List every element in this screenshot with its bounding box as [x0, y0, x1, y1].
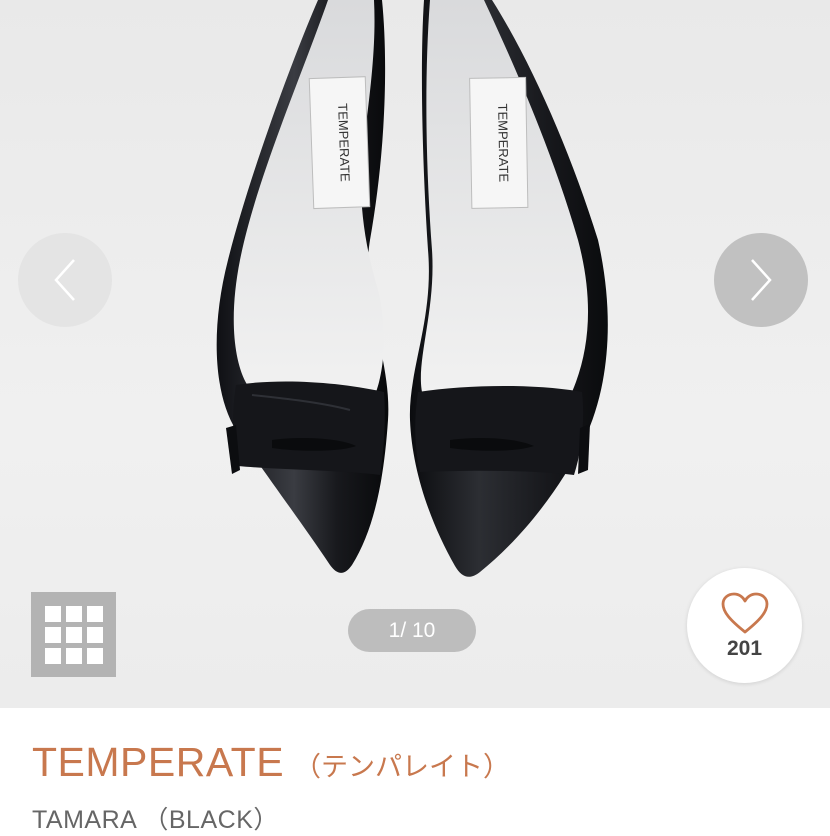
like-count: 201: [726, 636, 763, 660]
chevron-right-icon: [751, 259, 772, 301]
grid-view-button[interactable]: [31, 592, 116, 677]
heart-icon: [721, 592, 768, 633]
image-counter: 1/ 10: [348, 609, 476, 652]
grid-icon: [44, 605, 103, 664]
brand-kana: （テンパレイト）: [294, 752, 511, 782]
chevron-left-icon: [54, 259, 75, 301]
product-name: TAMARA （BLACK）: [32, 806, 279, 834]
like-button[interactable]: 201: [687, 568, 802, 683]
previous-image-button[interactable]: [18, 233, 112, 327]
product-info: TEMPERATE （テンパレイト） TAMARA （BLACK）: [0, 708, 830, 834]
insole-tag-label-left: TEMPERATE: [335, 103, 353, 182]
insole-tag-label-right: TEMPERATE: [495, 103, 511, 182]
next-image-button[interactable]: [714, 233, 808, 327]
brand-line: TEMPERATE （テンパレイト）: [32, 739, 510, 786]
brand-name[interactable]: TEMPERATE: [32, 739, 284, 785]
